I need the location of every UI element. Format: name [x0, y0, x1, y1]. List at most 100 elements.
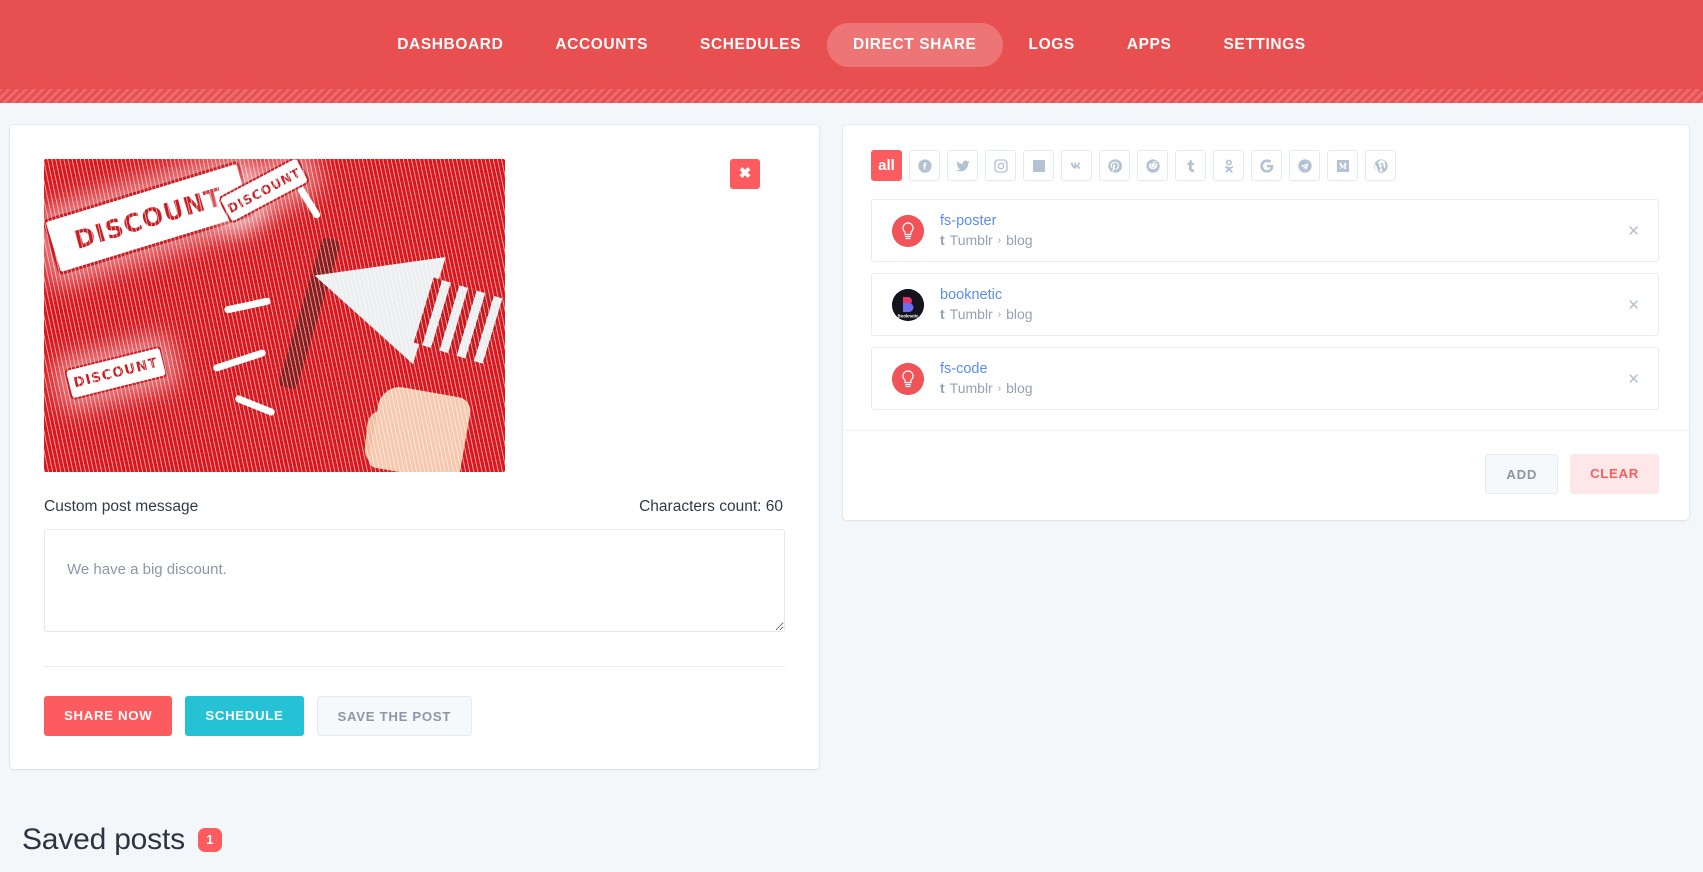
- right-column: all fs-poster t Tumblr › blog ✕ Bookneti…: [831, 125, 1703, 520]
- medium-icon: [1335, 158, 1351, 174]
- network-tab-wordpress[interactable]: [1365, 150, 1396, 181]
- discount-stamp: DISCOUNT: [63, 345, 169, 401]
- post-action-buttons: SHARE NOW SCHEDULE SAVE THE POST: [10, 667, 819, 769]
- nav-item-schedules[interactable]: SCHEDULES: [674, 23, 827, 67]
- network-tab-odnoklassniki[interactable]: [1213, 150, 1244, 181]
- discount-stamp: DISCOUNT: [44, 160, 256, 276]
- table-row[interactable]: Booknetic booknetic t Tumblr › blog ✕: [871, 273, 1659, 336]
- discount-artwork: DISCOUNT DISCOUNT DISCOUNT: [44, 159, 505, 472]
- tumblr-icon: t: [940, 380, 945, 396]
- ray-line: [296, 185, 322, 220]
- facebook-icon: [917, 158, 933, 174]
- account-name[interactable]: booknetic: [940, 287, 1033, 303]
- nav-item-direct-share[interactable]: DIRECT SHARE: [827, 22, 1003, 67]
- account-meta: booknetic t Tumblr › blog: [940, 287, 1033, 322]
- message-header-row: Custom post message Characters count: 60: [44, 498, 785, 516]
- telegram-icon: [1297, 158, 1313, 174]
- account-meta: fs-poster t Tumblr › blog: [940, 213, 1033, 248]
- network-tab-medium[interactable]: [1327, 150, 1358, 181]
- remove-account-button[interactable]: ✕: [1627, 222, 1640, 240]
- chevron-right-icon: ›: [997, 382, 1002, 394]
- network-tab-reddit[interactable]: [1137, 150, 1168, 181]
- accounts-selector-card: all fs-poster t Tumblr › blog ✕ Bookneti…: [843, 125, 1689, 520]
- account-target: t Tumblr › blog: [940, 306, 1033, 322]
- account-name[interactable]: fs-poster: [940, 213, 1033, 229]
- nav-item-accounts[interactable]: ACCOUNTS: [529, 23, 674, 67]
- custom-post-message-input[interactable]: [44, 529, 785, 632]
- network-tab-google[interactable]: [1251, 150, 1282, 181]
- nav-item-apps[interactable]: APPS: [1101, 23, 1198, 67]
- network-tab-twitter[interactable]: [947, 150, 978, 181]
- account-blog: blog: [1006, 232, 1033, 248]
- hand-grip: [367, 383, 473, 472]
- chevron-right-icon: ›: [997, 308, 1002, 320]
- save-the-post-button[interactable]: SAVE THE POST: [316, 696, 473, 736]
- linkedin-icon: [1031, 158, 1047, 174]
- schedule-button[interactable]: SCHEDULE: [185, 696, 304, 736]
- account-target: t Tumblr › blog: [940, 232, 1033, 248]
- network-tab-tumblr[interactable]: [1175, 150, 1206, 181]
- network-tab-telegram[interactable]: [1289, 150, 1320, 181]
- selected-accounts-list: fs-poster t Tumblr › blog ✕ Booknetic bo…: [843, 199, 1689, 410]
- tumblr-icon: t: [940, 232, 945, 248]
- network-tab-pinterest[interactable]: [1099, 150, 1130, 181]
- ray-line: [212, 348, 267, 373]
- network-tab-all[interactable]: all: [871, 150, 902, 181]
- page-body: DISCOUNT DISCOUNT DISCOUNT ✖ Custom post…: [0, 103, 1703, 872]
- post-card-body: DISCOUNT DISCOUNT DISCOUNT ✖ Custom post…: [10, 125, 819, 667]
- vk-icon: [1069, 158, 1085, 174]
- add-account-button[interactable]: ADD: [1485, 454, 1559, 494]
- account-blog: blog: [1006, 306, 1033, 322]
- chevron-right-icon: ›: [997, 234, 1002, 246]
- table-row[interactable]: fs-poster t Tumblr › blog ✕: [871, 199, 1659, 262]
- clear-accounts-button[interactable]: CLEAR: [1570, 454, 1659, 494]
- account-target: t Tumblr › blog: [940, 380, 1033, 396]
- remove-account-button[interactable]: ✕: [1627, 370, 1640, 388]
- tumblr-icon: t: [940, 306, 945, 322]
- avatar: [892, 362, 924, 395]
- wordpress-icon: [1373, 158, 1389, 174]
- account-network: Tumblr: [949, 306, 993, 322]
- post-image-preview: DISCOUNT DISCOUNT DISCOUNT: [44, 159, 505, 472]
- table-row[interactable]: fs-code t Tumblr › blog ✕: [871, 347, 1659, 410]
- account-network: Tumblr: [949, 232, 993, 248]
- account-network: Tumblr: [949, 380, 993, 396]
- direct-share-post-card: DISCOUNT DISCOUNT DISCOUNT ✖ Custom post…: [10, 125, 819, 769]
- remove-account-button[interactable]: ✕: [1627, 296, 1640, 314]
- network-tab-vk[interactable]: [1061, 150, 1092, 181]
- nav-item-dashboard[interactable]: DASHBOARD: [371, 23, 529, 67]
- accounts-action-buttons: ADD CLEAR: [843, 431, 1689, 520]
- pinterest-icon: [1107, 158, 1123, 174]
- saved-posts-title: Saved posts: [22, 823, 185, 856]
- left-column: DISCOUNT DISCOUNT DISCOUNT ✖ Custom post…: [0, 125, 831, 857]
- ray-line: [234, 394, 276, 417]
- google-icon: [1259, 158, 1275, 174]
- instagram-icon: [993, 158, 1009, 174]
- reddit-icon: [1145, 158, 1161, 174]
- avatar: Booknetic: [892, 288, 924, 321]
- tumblr-icon: [1183, 158, 1199, 174]
- characters-count-label: Characters count: 60: [639, 498, 783, 515]
- odnoklassniki-icon: [1221, 158, 1237, 174]
- post-card-divider: [44, 666, 785, 667]
- network-tab-instagram[interactable]: [985, 150, 1016, 181]
- ray-line: [223, 297, 272, 314]
- twitter-icon: [955, 158, 971, 174]
- share-now-button[interactable]: SHARE NOW: [44, 696, 173, 736]
- network-filter-tabs: all: [843, 125, 1689, 199]
- saved-posts-count-badge: 1: [197, 828, 222, 852]
- svg-text:Booknetic: Booknetic: [898, 313, 919, 318]
- saved-posts-header: Saved posts 1: [10, 823, 819, 857]
- header-stripe-divider: [0, 89, 1703, 103]
- account-meta: fs-code t Tumblr › blog: [940, 361, 1033, 396]
- nav-item-settings[interactable]: SETTINGS: [1197, 23, 1331, 67]
- top-navigation-bar: DASHBOARD ACCOUNTS SCHEDULES DIRECT SHAR…: [0, 0, 1703, 89]
- nav-item-logs[interactable]: LOGS: [1003, 23, 1101, 67]
- avatar: [892, 214, 924, 247]
- network-tab-facebook[interactable]: [909, 150, 940, 181]
- media-preview-wrapper: DISCOUNT DISCOUNT DISCOUNT ✖: [44, 159, 785, 472]
- nav-list: DASHBOARD ACCOUNTS SCHEDULES DIRECT SHAR…: [371, 22, 1332, 67]
- network-tab-linkedin[interactable]: [1023, 150, 1054, 181]
- account-name[interactable]: fs-code: [940, 361, 1033, 377]
- remove-media-button[interactable]: ✖: [730, 159, 760, 189]
